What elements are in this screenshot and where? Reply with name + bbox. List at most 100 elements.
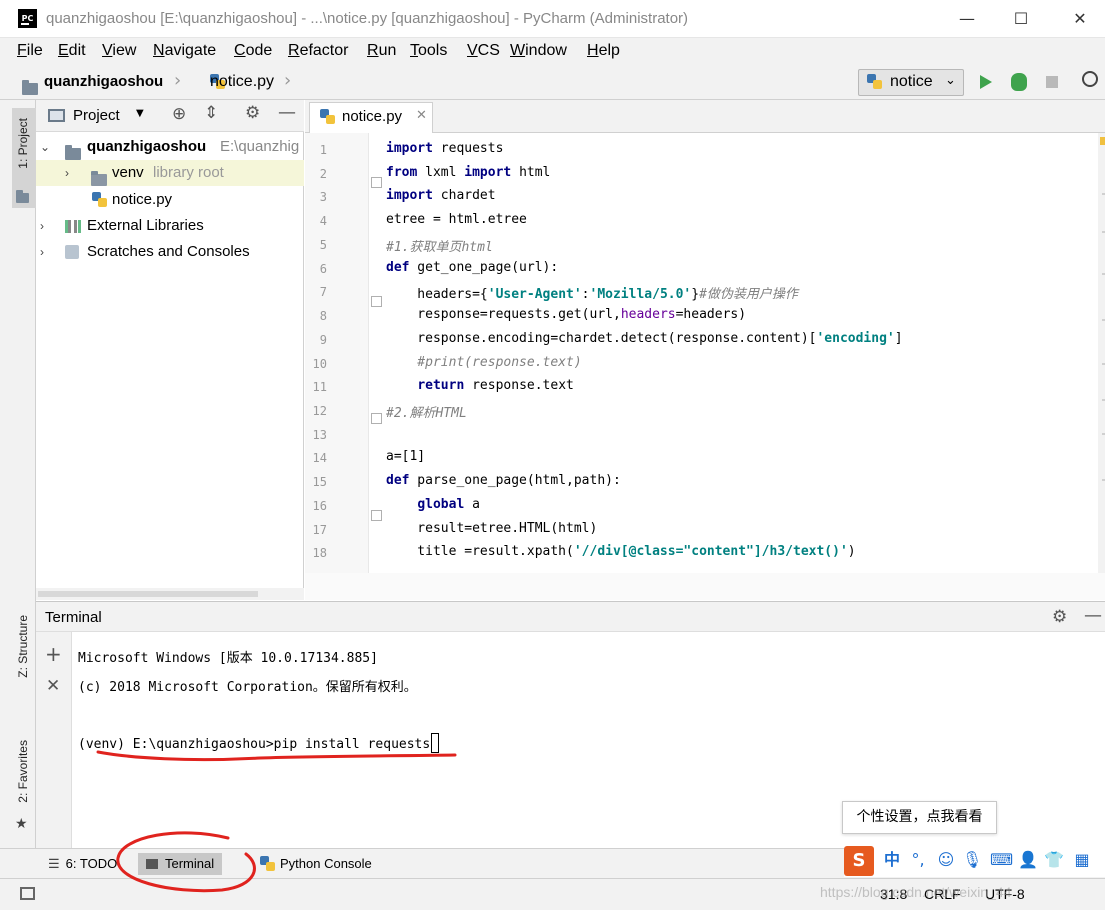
python-file-icon (320, 109, 336, 126)
new-session-icon[interactable]: + (45, 642, 62, 666)
terminal-line: (c) 2018 Microsoft Corporation。保留所有权利。 (78, 680, 417, 695)
tree-row-external[interactable]: › External Libraries (36, 213, 304, 239)
code-line-3: import chardet (386, 188, 496, 203)
tab-notice-py[interactable]: notice.py ✕ (309, 102, 433, 133)
code-line-9: response.encoding=chardet.detect(respons… (386, 331, 903, 346)
project-panel-header: Project ▼ ⊕ ⇕ ⚙ — (36, 100, 304, 132)
code-line-10: #print(response.text) (386, 355, 582, 370)
close-window-button[interactable]: ✕ (1057, 4, 1103, 34)
project-panel: Project ▼ ⊕ ⇕ ⚙ — ⌄ quanzhigaoshou E:\qu… (36, 100, 304, 600)
python-icon (260, 856, 275, 871)
minimize-button[interactable]: — (944, 4, 990, 34)
menu-help[interactable]: Help (587, 42, 620, 60)
menu-vcs[interactable]: VCS (467, 42, 500, 60)
user-icon[interactable]: 👤 (1018, 850, 1038, 870)
tree-root-path: E:\quanzhig (220, 138, 300, 155)
maximize-button[interactable]: ☐ (998, 4, 1044, 34)
toolbox-grid-icon[interactable]: ▦ (1072, 850, 1092, 870)
menu-file[interactable]: File (17, 42, 43, 60)
code-line-17: result=etree.HTML(html) (386, 521, 598, 536)
text-cursor (431, 733, 440, 753)
hide-panel-icon[interactable]: — (278, 102, 296, 123)
crosshair-icon[interactable]: ⊕ (172, 104, 186, 124)
tree-row-venv[interactable]: › venv library root (36, 160, 304, 186)
close-session-icon[interactable]: ✕ (46, 676, 60, 696)
menu-navigate[interactable]: Navigate (153, 42, 216, 60)
breadcrumb-chevron-icon: › (174, 70, 182, 91)
project-hscrollbar[interactable] (36, 588, 304, 600)
terminal-prompt-line[interactable]: (venv) E:\quanzhigaoshou>pip install req… (78, 733, 440, 753)
collapse-all-icon[interactable]: ⇕ (204, 103, 218, 123)
terminal-icon (146, 859, 158, 869)
ime-lang-toggle[interactable]: 中 (882, 850, 902, 870)
project-tab-bg[interactable]: 1: Project (12, 108, 36, 208)
tab-structure[interactable]: Z: Structure (16, 615, 30, 678)
gear-icon[interactable]: ⚙ (245, 103, 260, 123)
ime-punct-toggle[interactable]: °, (908, 850, 928, 870)
menu-edit[interactable]: Edit (58, 42, 86, 60)
hide-panel-icon[interactable]: — (1084, 605, 1102, 626)
menu-run[interactable]: Run (367, 42, 396, 60)
code-line-12: #2.解析HTML (386, 406, 467, 421)
navigation-bar: quanzhigaoshou › notice.py › notice ⌄ (0, 66, 1105, 100)
chevron-down-icon: ⌄ (40, 140, 51, 154)
tab-python-console[interactable]: Python Console (252, 853, 380, 875)
tree-scratches-label: Scratches and Consoles (87, 243, 250, 260)
tree-row-notice[interactable]: notice.py (36, 187, 304, 213)
skin-shirt-icon[interactable]: 👕 (1044, 850, 1064, 870)
tool-window-toggle-icon[interactable] (20, 887, 35, 900)
code-area[interactable]: import requests from lxml import html im… (305, 133, 1095, 573)
tree-row-scratches[interactable]: › Scratches and Consoles (36, 239, 304, 265)
list-icon: ☰ (48, 856, 60, 871)
project-view-icon (48, 109, 65, 122)
folder-icon (22, 80, 38, 95)
close-tab-icon[interactable]: ✕ (416, 108, 427, 123)
editor-hscrollbar[interactable] (305, 573, 1105, 600)
tab-project[interactable]: 1: Project (16, 118, 30, 169)
menu-code[interactable]: Code (234, 42, 272, 60)
tree-root-name: quanzhigaoshou (87, 138, 207, 155)
code-line-16: global a (417, 497, 480, 512)
code-line-8: response=requests.get(url,headers=header… (386, 307, 747, 322)
debug-icon[interactable] (1011, 73, 1027, 91)
emoji-icon[interactable]: ☺ (936, 850, 956, 870)
code-line-7: headers={'User-Agent':'Mozilla/5.0'}#做伪装… (386, 287, 798, 302)
run-config-dropdown[interactable]: notice ⌄ (858, 69, 964, 96)
gear-icon[interactable]: ⚙ (1052, 607, 1067, 627)
inspection-indicator-icon[interactable] (1100, 137, 1105, 145)
editor-vscrollbar[interactable] (1098, 133, 1105, 573)
breadcrumb-file[interactable]: notice.py (210, 73, 274, 91)
menu-tools[interactable]: Tools (410, 42, 447, 60)
tab-terminal[interactable]: Terminal (138, 853, 223, 875)
menu-view[interactable]: View (102, 42, 136, 60)
tab-todo[interactable]: ☰ 6: TODO (40, 853, 125, 875)
editor-tabs: notice.py ✕ (305, 100, 1105, 133)
tab-label: notice.py (342, 108, 403, 125)
code-line-11: return response.text (417, 378, 574, 393)
tree-venv-name: venv (112, 164, 144, 181)
python-file-icon (92, 192, 108, 209)
tree-row-root[interactable]: ⌄ quanzhigaoshou E:\quanzhig (36, 134, 304, 160)
terminal-header: Terminal ⚙ — (36, 602, 1105, 632)
stop-icon[interactable] (1046, 76, 1058, 88)
project-view-label[interactable]: Project (73, 107, 120, 124)
scrollbar-thumb[interactable] (38, 591, 258, 597)
tree-file-name: notice.py (112, 191, 173, 208)
code-editor: notice.py ✕ 1 2 3 4 5 6 7 8 9 10 11 12 1… (305, 100, 1105, 600)
library-icon (65, 220, 81, 233)
microphone-icon[interactable]: 🎙 (962, 850, 982, 870)
code-line-14: a=[1] (386, 449, 426, 464)
run-icon[interactable] (980, 75, 992, 89)
terminal-title: Terminal (45, 609, 102, 626)
folder-icon (65, 145, 81, 160)
breadcrumb-project[interactable]: quanzhigaoshou (44, 73, 163, 90)
menu-refactor[interactable]: Refactor (288, 42, 348, 60)
search-icon[interactable] (1082, 71, 1098, 87)
keyboard-icon[interactable]: ⌨ (990, 850, 1013, 870)
menu-window[interactable]: Window (510, 42, 567, 60)
code-line-15: def parse_one_page(html,path): (386, 473, 621, 488)
sogou-logo-icon[interactable]: S (844, 846, 874, 876)
tab-favorites[interactable]: 2: Favorites (16, 740, 30, 803)
folder-icon (16, 190, 29, 203)
dropdown-arrow-icon[interactable]: ▼ (136, 108, 144, 119)
